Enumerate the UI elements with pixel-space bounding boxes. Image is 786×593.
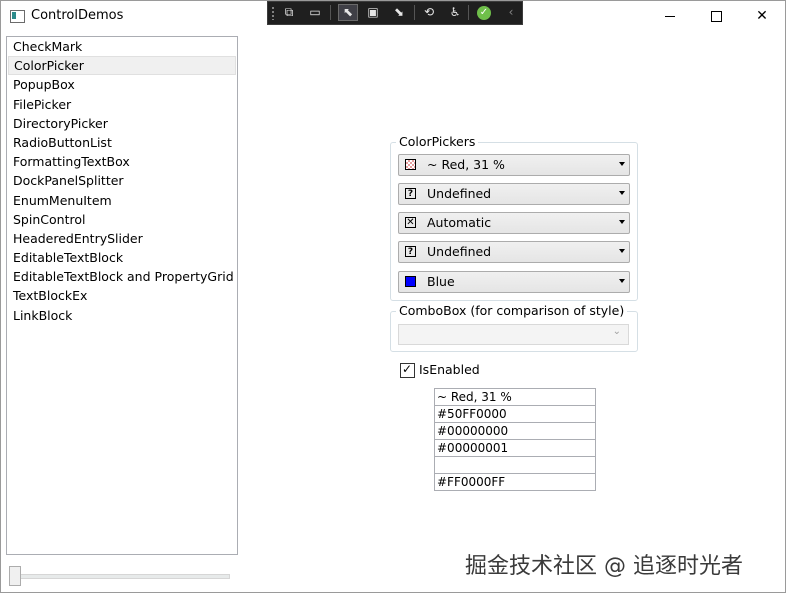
display-layout-adorners-icon[interactable]: ▣: [364, 4, 382, 21]
app-window-icon: [10, 10, 25, 23]
value-textbox-4[interactable]: #00000001: [434, 439, 596, 457]
collapse-chevron-icon[interactable]: ‹: [502, 4, 520, 21]
toolbar-separator: [468, 5, 469, 20]
minimize-button[interactable]: [647, 1, 693, 31]
list-item-colorpicker[interactable]: ColorPicker: [8, 56, 236, 76]
colorpickers-group: ColorPickers ~ Red, 31 % ? Undefined ✕ A…: [390, 134, 638, 301]
dropdown-arrow-icon: [619, 162, 625, 166]
accessibility-icon[interactable]: ♿: [446, 4, 464, 21]
question-swatch-icon: ?: [405, 188, 416, 199]
comparison-combobox[interactable]: ⌄: [398, 324, 629, 345]
colorpicker-undefined-1[interactable]: ? Undefined: [398, 183, 630, 205]
close-icon: ✕: [756, 8, 768, 24]
list-item-radiobuttonlist[interactable]: RadioButtonList: [7, 133, 237, 152]
dropdown-arrow-icon: [619, 220, 625, 224]
colorpicker-label: Undefined: [427, 186, 492, 201]
slider-track[interactable]: [13, 574, 230, 579]
colorpickers-header: ColorPickers: [396, 134, 479, 149]
live-visual-tree-icon[interactable]: ⧉: [280, 4, 298, 21]
colorpicker-label: Blue: [427, 274, 455, 289]
list-item-enummenuitem[interactable]: EnumMenuItem: [7, 191, 237, 210]
check-icon: ✓: [402, 362, 413, 376]
colorpicker-blue[interactable]: Blue: [398, 271, 630, 293]
minimize-icon: [665, 15, 675, 17]
checker-swatch-icon: [405, 159, 416, 170]
colorpicker-label: Undefined: [427, 244, 492, 259]
slider-thumb[interactable]: [9, 566, 21, 586]
colorpicker-automatic[interactable]: ✕ Automatic: [398, 212, 630, 234]
toolbar-separator: [414, 5, 415, 20]
combobox-group: ComboBox (for comparison of style) ⌄: [390, 303, 638, 352]
dropdown-arrow-icon: [619, 279, 625, 283]
value-textbox-6[interactable]: #FF0000FF: [434, 473, 596, 491]
colorpicker-red-31[interactable]: ~ Red, 31 %: [398, 154, 630, 176]
chevron-down-icon: ⌄: [612, 326, 621, 337]
isenabled-label: IsEnabled: [419, 362, 480, 377]
combobox-header: ComboBox (for comparison of style): [396, 303, 628, 318]
colorpicker-label: Automatic: [427, 215, 492, 230]
list-item-textblockex[interactable]: TextBlockEx: [7, 286, 237, 305]
maximize-icon: [710, 10, 722, 22]
isenabled-checkbox[interactable]: ✓: [400, 362, 415, 378]
list-item-headeredentryslider[interactable]: HeaderedEntrySlider: [7, 229, 237, 248]
close-button[interactable]: ✕: [739, 1, 785, 31]
demo-list[interactable]: CheckMark ColorPicker PopupBox FilePicke…: [6, 36, 238, 555]
list-item-spincontrol[interactable]: SpinControl: [7, 210, 237, 229]
value-textbox-2[interactable]: #50FF0000: [434, 405, 596, 423]
window-title: ControlDemos: [31, 8, 124, 23]
debug-toolbar: ⧉ ▭ ⬉ ▣ ⬊ ⟲ ♿ ✓ ‹: [267, 1, 523, 25]
select-element-icon[interactable]: ⬉: [338, 4, 358, 21]
app-window: ControlDemos ✕ ⧉ ▭ ⬉ ▣ ⬊ ⟲ ♿ ✓ ‹ CheckMa…: [0, 0, 786, 593]
dropdown-arrow-icon: [619, 191, 625, 195]
list-item-editabletextblock-propertygrid[interactable]: EditableTextBlock and PropertyGrid: [7, 267, 237, 286]
maximize-button[interactable]: [693, 1, 739, 31]
list-item-dockpanelsplitter[interactable]: DockPanelSplitter: [7, 171, 237, 190]
list-item-directorypicker[interactable]: DirectoryPicker: [7, 114, 237, 133]
cross-swatch-icon: ✕: [405, 217, 416, 228]
value-textbox-1[interactable]: ~ Red, 31 %: [434, 388, 596, 406]
list-item-filepicker[interactable]: FilePicker: [7, 95, 237, 114]
colorpicker-label: ~ Red, 31 %: [427, 157, 505, 172]
value-textbox-3[interactable]: #00000000: [434, 422, 596, 440]
value-textbox-5[interactable]: [434, 456, 596, 474]
list-item-popupbox[interactable]: PopupBox: [7, 75, 237, 94]
check-icon[interactable]: ✓: [477, 6, 491, 20]
watermark: 掘金技术社区 @ 追逐时光者: [465, 554, 743, 579]
toolbar-grip[interactable]: [271, 6, 275, 20]
video-icon[interactable]: ▭: [306, 4, 324, 21]
list-item-editabletextblock[interactable]: EditableTextBlock: [7, 248, 237, 267]
question-swatch-icon: ?: [405, 246, 416, 257]
dropdown-arrow-icon: [619, 249, 625, 253]
blue-swatch-icon: [405, 276, 416, 287]
list-item-linkblock[interactable]: LinkBlock: [7, 306, 237, 325]
toolbar-separator: [330, 5, 331, 20]
colorpicker-undefined-2[interactable]: ? Undefined: [398, 241, 630, 263]
list-item-checkmark[interactable]: CheckMark: [7, 37, 237, 56]
hot-reload-icon[interactable]: ⟲: [420, 4, 438, 21]
track-focus-icon[interactable]: ⬊: [390, 4, 408, 21]
list-item-formattingtextbox[interactable]: FormattingTextBox: [7, 152, 237, 171]
